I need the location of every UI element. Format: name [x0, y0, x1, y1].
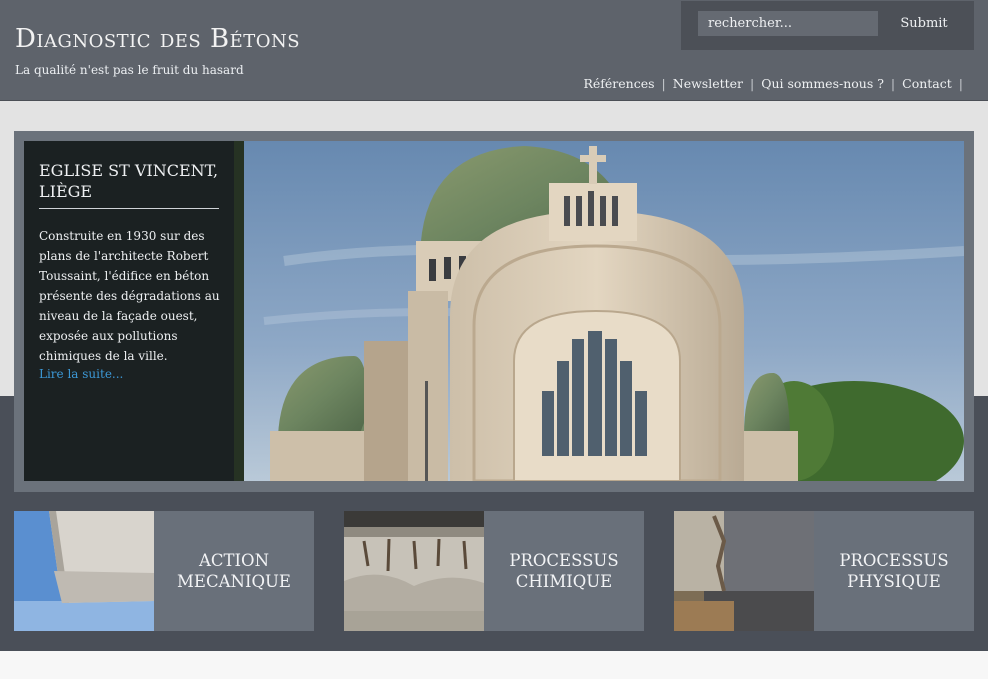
search-submit-button[interactable]: Submit: [891, 11, 957, 36]
cracked-wall-photo: [674, 511, 814, 631]
slide-title: EGLISE ST VINCENT, LIÈGE: [39, 160, 219, 209]
nav-separator: |: [890, 76, 896, 91]
feature-image-chimique[interactable]: [344, 511, 484, 631]
nav-item-references[interactable]: Références: [583, 76, 654, 91]
nav-separator: |: [661, 76, 666, 91]
nav-item-about[interactable]: Qui sommes-nous ?: [761, 76, 884, 91]
main-nav: Références | Newsletter | Qui sommes-nou…: [583, 76, 970, 91]
feature-label-physique[interactable]: PROCESSUS PHYSIQUE: [814, 511, 974, 631]
slide-caption: EGLISE ST VINCENT, LIÈGE Construite en 1…: [24, 141, 234, 481]
nav-separator: |: [750, 76, 755, 91]
search-form: Submit: [681, 1, 974, 50]
site-tagline: La qualité n'est pas le fruit du hasard: [15, 63, 244, 77]
feature-label-mecanique[interactable]: ACTION MECANIQUE: [154, 511, 314, 631]
feature-image-mecanique[interactable]: [14, 511, 154, 631]
read-more-link[interactable]: Lire la suite...: [39, 367, 123, 381]
feature-processus-chimique[interactable]: PROCESSUS CHIMIQUE: [344, 511, 644, 631]
featured-slider[interactable]: EGLISE ST VINCENT, LIÈGE Construite en 1…: [14, 131, 974, 492]
site-title[interactable]: Diagnostic des Bétons: [15, 24, 300, 54]
slide-description: Construite en 1930 sur des plans de l'ar…: [39, 229, 220, 363]
feature-image-physique[interactable]: [674, 511, 814, 631]
search-input[interactable]: [698, 11, 878, 36]
nav-item-contact[interactable]: Contact: [902, 76, 952, 91]
feature-processus-physique[interactable]: PROCESSUS PHYSIQUE: [674, 511, 974, 631]
nav-separator: |: [958, 76, 963, 91]
site-header: Diagnostic des Bétons La qualité n'est p…: [0, 0, 988, 101]
footer-strip: [0, 651, 988, 679]
feature-label-chimique[interactable]: PROCESSUS CHIMIQUE: [484, 511, 644, 631]
concrete-beam-photo: [14, 511, 154, 631]
nav-item-newsletter[interactable]: Newsletter: [673, 76, 743, 91]
feature-action-mecanique[interactable]: ACTION MECANIQUE: [14, 511, 314, 631]
corroded-concrete-photo: [344, 511, 484, 631]
